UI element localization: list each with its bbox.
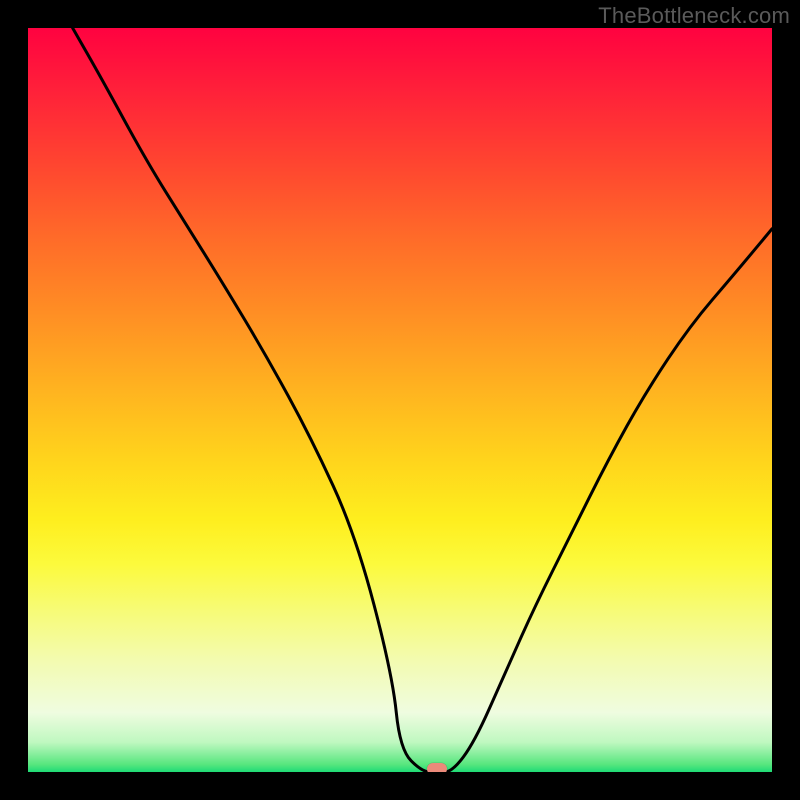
curve-path (73, 28, 772, 772)
watermark-text: TheBottleneck.com (598, 3, 790, 29)
optimal-marker (427, 763, 447, 772)
chart-container: TheBottleneck.com (0, 0, 800, 800)
plot-area (28, 28, 772, 772)
bottleneck-curve (28, 28, 772, 772)
